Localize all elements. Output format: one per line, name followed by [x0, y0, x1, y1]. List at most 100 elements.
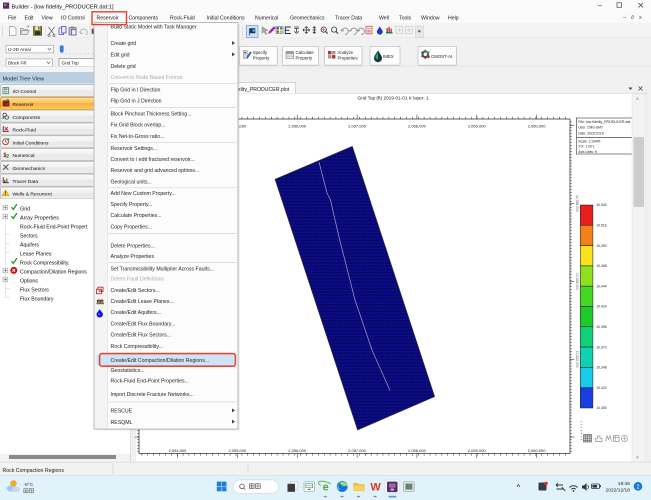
svg-text:Date: 2022/12/18: Date: 2022/12/18 [578, 131, 603, 135]
svg-text:∂: ∂ [631, 15, 634, 21]
svg-text:Grid Top (ft) 2019-01-01: Grid Top (ft) 2019-01-01 K layer: 1 [358, 95, 429, 100]
svg-text:2,059,000: 2,059,000 [468, 124, 487, 129]
svg-text:Numerical: Numerical [13, 153, 35, 159]
svg-text:2,058,000: 2,058,000 [408, 448, 427, 453]
svg-text:Create/Edit Flux Boundary...: Create/Edit Flux Boundary... [111, 321, 176, 327]
svg-text:Initial Conditions: Initial Conditions [207, 16, 245, 22]
svg-text:Sectors: Sectors [20, 233, 38, 239]
svg-text:Compaction/Dilation Regions: Compaction/Dilation Regions [20, 269, 87, 275]
svg-text:10,444: 10,444 [596, 284, 606, 288]
svg-text:I/O Control: I/O Control [13, 89, 37, 95]
svg-text:19:46: 19:46 [618, 481, 631, 487]
svg-text:10,396: 10,396 [596, 325, 606, 329]
svg-text:2,055,000: 2,055,000 [228, 448, 247, 453]
svg-text:Property: Property [296, 56, 313, 61]
svg-text:Rock Compaction Regions: Rock Compaction Regions [3, 468, 65, 474]
svg-text:User: CMG-SMY: User: CMG-SMY [578, 126, 604, 130]
svg-text:Edit grid: Edit grid [111, 53, 130, 59]
svg-text:10,336,000: 10,336,000 [575, 195, 579, 212]
svg-text:Delete Properties...: Delete Properties... [111, 244, 155, 250]
svg-text:Fix Grid Block overlap...: Fix Grid Block overlap... [111, 123, 166, 129]
svg-text:View: View [42, 16, 53, 22]
svg-text:10,468: 10,468 [596, 264, 606, 268]
svg-text:Set Transmissibility Multiplie: Set Transmissibility Multiplier Across F… [111, 267, 215, 273]
svg-text:Rock-Fluid: Rock-Fluid [170, 16, 195, 22]
svg-text:2: 2 [636, 484, 639, 490]
svg-text:Tracer Data: Tracer Data [13, 179, 39, 185]
svg-text:RESCUE: RESCUE [111, 409, 133, 415]
svg-text:Fix Net-to-Gross ratio...: Fix Net-to-Gross ratio... [111, 134, 165, 140]
svg-text:Axis Units: ft: Axis Units: ft [578, 150, 596, 154]
svg-text:Array Properties: Array Properties [20, 215, 59, 221]
svg-text:Lease Planes: Lease Planes [20, 251, 52, 257]
svg-text:Calculate: Calculate [296, 50, 315, 55]
svg-text:Reservoir Settings...: Reservoir Settings... [111, 146, 158, 152]
svg-text:10,348: 10,348 [596, 366, 606, 370]
svg-text:Block Pinchout Thickness Setti: Block Pinchout Thickness Setting... [111, 112, 192, 118]
svg-text:Specify Property...: Specify Property... [111, 202, 153, 208]
svg-text:–: – [598, 3, 602, 10]
svg-text:CMOST-AI: CMOST-AI [431, 54, 452, 59]
svg-text:Copy Properties...: Copy Properties... [111, 224, 153, 230]
svg-text:Convert to / edit fractured re: Convert to / edit fractured reservoir... [111, 157, 195, 163]
svg-text:2022/12/18: 2022/12/18 [606, 488, 631, 494]
svg-text:Edit: Edit [25, 16, 34, 22]
svg-text:-8°C: -8°C [24, 482, 34, 488]
svg-text:Components: Components [13, 115, 41, 121]
svg-text:Model Tree View: Model Tree View [3, 77, 46, 83]
svg-text:Analyze: Analyze [338, 50, 354, 55]
svg-text:Analyze Properties: Analyze Properties [111, 254, 155, 260]
svg-text:Geomechanics: Geomechanics [13, 166, 46, 172]
svg-text:e: e [323, 482, 329, 494]
svg-text:Y/X: 1.00:1: Y/X: 1.00:1 [578, 145, 594, 149]
svg-text:10,332,000: 10,332,000 [575, 351, 579, 368]
svg-text:Grid Top: Grid Top [62, 61, 80, 66]
svg-text:IJ-2D Areal: IJ-2D Areal [8, 47, 31, 52]
svg-text:Add New Custom Property...: Add New Custom Property... [111, 191, 176, 197]
svg-text:10,324: 10,324 [596, 386, 606, 390]
svg-text:10,516: 10,516 [596, 224, 606, 228]
svg-text:Property: Property [253, 56, 270, 61]
svg-text:Geological units...: Geological units... [111, 180, 152, 186]
svg-text:Options: Options [20, 278, 38, 284]
svg-text:2,059,000: 2,059,000 [468, 448, 487, 453]
svg-text:Geomechanics: Geomechanics [290, 16, 325, 22]
svg-text:File: File [8, 16, 16, 22]
svg-text:Convert to Node Based Format: Convert to Node Based Format [111, 75, 183, 81]
svg-text:Reservoir: Reservoir [97, 16, 119, 22]
svg-text:Flip Grid in J Direction: Flip Grid in J Direction [111, 99, 162, 105]
svg-text:Geostatistics...: Geostatistics... [111, 368, 145, 374]
svg-text:2,060,000: 2,060,000 [528, 448, 547, 453]
svg-text:Tracer Data: Tracer Data [335, 16, 362, 22]
svg-text:Rock-Fluid End-Point Propert: Rock-Fluid End-Point Propert [20, 224, 88, 230]
svg-text:Create grid: Create grid [111, 41, 137, 47]
svg-text:Well: Well [379, 16, 389, 22]
svg-text:Rock-Fluid End-Point Propertie: Rock-Fluid End-Point Properties... [111, 379, 189, 385]
svg-text:Flip Grid in I Direction: Flip Grid in I Direction [111, 87, 161, 93]
svg-text:2,056,000: 2,056,000 [288, 448, 307, 453]
svg-text:Flux Boundary: Flux Boundary [20, 296, 54, 302]
svg-text:W: W [370, 482, 381, 494]
svg-text:IMEX: IMEX [383, 54, 394, 59]
svg-text:Grid: Grid [20, 206, 30, 212]
svg-text:10,372: 10,372 [596, 345, 606, 349]
svg-text:10,420: 10,420 [596, 305, 606, 309]
svg-text:x: x [639, 15, 642, 21]
svg-text:RESQML: RESQML [111, 420, 133, 426]
svg-text:2,058,000: 2,058,000 [408, 124, 427, 129]
svg-text:2,057,000: 2,057,000 [348, 448, 367, 453]
svg-text:Rock Compressibility...: Rock Compressibility... [111, 344, 163, 350]
svg-text:10,492: 10,492 [596, 244, 606, 248]
svg-text:Aquifers: Aquifers [20, 242, 39, 248]
svg-text:Help: Help [448, 16, 459, 22]
svg-text:IO Control: IO Control [61, 16, 85, 22]
svg-text:2,060,000: 2,060,000 [528, 124, 547, 129]
svg-text:Rock Compressibility.: Rock Compressibility. [20, 260, 69, 266]
svg-text:10,300: 10,300 [596, 406, 606, 410]
svg-text:Specify: Specify [253, 50, 268, 55]
svg-text:Window: Window [421, 16, 440, 22]
svg-text:Create/Edit Compaction/Dilatio: Create/Edit Compaction/Dilation Regions.… [111, 358, 210, 364]
svg-text:^: ^ [517, 483, 521, 491]
svg-text:Properties: Properties [338, 56, 359, 61]
svg-text:Create/Edit Flux Sectors...: Create/Edit Flux Sectors... [111, 333, 172, 339]
